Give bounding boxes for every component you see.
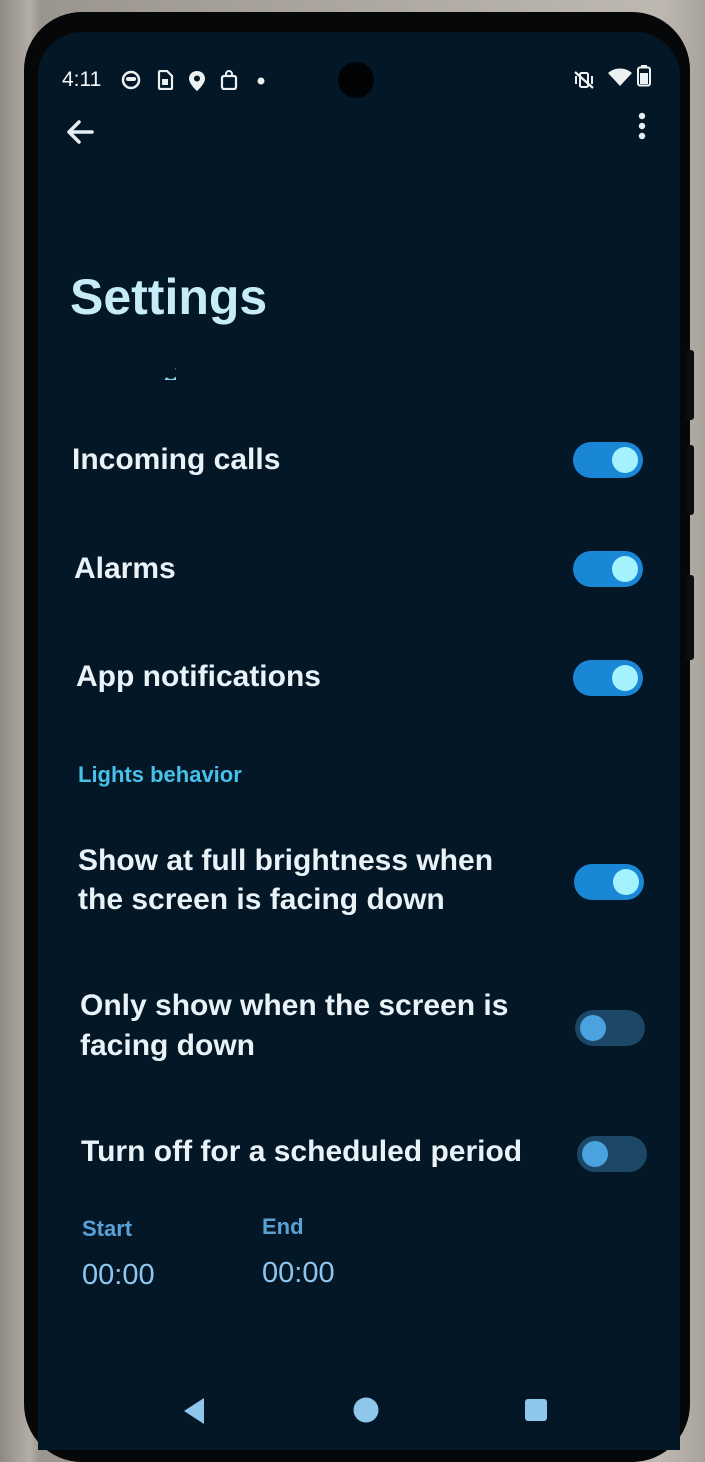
app-notifications-label: App notifications [76,660,321,693]
only-facing-down-label-line2: facing down [80,1029,255,1062]
toggle-knob [612,447,638,473]
scheduled-off-label: Turn off for a scheduled period [81,1135,523,1168]
battery-icon [637,65,651,87]
nav-back-button[interactable] [180,1396,208,1431]
bag-icon [220,70,238,90]
page-title: Settings [70,269,268,325]
start-time-value[interactable]: 00:00 [82,1259,155,1292]
back-triangle-icon [184,1398,204,1424]
start-label: Start [82,1216,133,1241]
more-vertical-icon [638,112,646,140]
toggle-knob [582,1141,608,1167]
location-pin-icon [188,70,206,92]
recents-square-icon [525,1399,547,1421]
vibrate-off-icon [573,70,595,90]
end-label: End [262,1214,304,1239]
home-circle-icon [353,1397,379,1423]
arrow-left-icon [67,120,94,144]
section-header-lights-behavior: Lights behavior [78,762,242,787]
toggle-knob [613,869,639,895]
face-icon [121,70,141,90]
full-brightness-label-line2: the screen is facing down [78,883,445,916]
wifi-icon [607,67,633,87]
side-button [686,445,694,515]
app-notifications-toggle[interactable] [573,660,643,696]
side-button [686,350,694,420]
full-brightness-label-line1: Show at full brightness when [78,844,494,877]
nav-home-button[interactable] [352,1396,380,1429]
alarms-toggle[interactable] [573,551,643,587]
only-facing-down-label-line1: Only show when the screen is [80,989,509,1022]
only-facing-down-toggle[interactable] [575,1010,645,1046]
nav-recents-button[interactable] [524,1398,548,1427]
side-button [686,575,694,660]
toggle-knob [580,1015,606,1041]
toggle-knob [612,556,638,582]
incoming-calls-toggle[interactable] [573,442,643,478]
toggle-knob [612,665,638,691]
scheduled-off-toggle[interactable] [577,1136,647,1172]
incoming-calls-label: Incoming calls [72,443,281,476]
end-time-value[interactable]: 00:00 [262,1257,335,1290]
back-button[interactable] [62,114,98,150]
sim-icon [156,70,174,90]
dot-icon [257,77,265,85]
more-options-button[interactable] [628,110,656,150]
screen [38,32,680,1450]
alarms-label: Alarms [74,552,176,585]
scrolled-text-fragment [160,368,176,380]
status-time: 4:11 [62,68,102,91]
front-camera [338,62,374,98]
full-brightness-toggle[interactable] [574,864,644,900]
